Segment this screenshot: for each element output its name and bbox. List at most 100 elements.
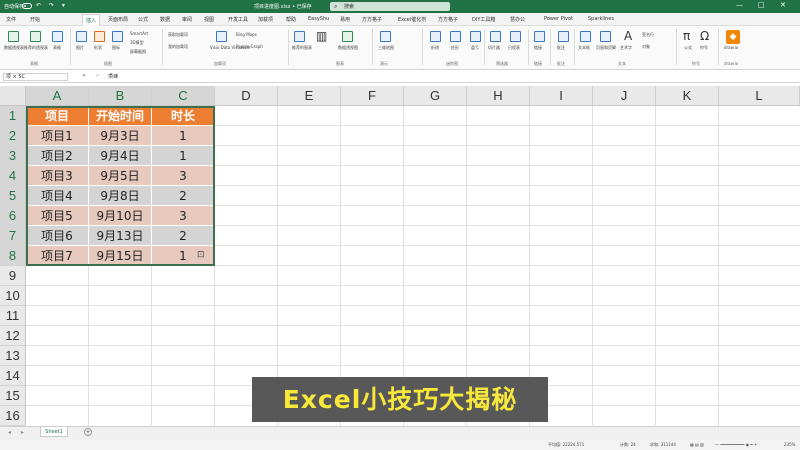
quick-analysis-icon[interactable]: ⊡	[197, 250, 205, 260]
table-header-start-time[interactable]: 开始时间	[89, 106, 152, 126]
column-header-i[interactable]: I	[530, 86, 593, 106]
column-header-a[interactable]: A	[26, 86, 89, 106]
table-cell[interactable]: 9月8日	[89, 186, 152, 206]
table-cell[interactable]: 2	[152, 226, 215, 246]
row-header-16[interactable]: 16	[0, 406, 26, 426]
name-box[interactable]: 项 × 5C	[3, 73, 68, 81]
sheet-nav-arrows[interactable]: ◂ ▸	[8, 429, 28, 436]
zoom-slider[interactable]: — ━━━━━━━━━━ ◉ ━ +	[715, 442, 757, 447]
chart-types-icon[interactable]: ▥	[316, 29, 327, 43]
plus-icon[interactable]: +	[84, 428, 92, 436]
table-cell[interactable]: 3	[152, 206, 215, 226]
table-cell[interactable]: 1	[152, 146, 215, 166]
symbol-button[interactable]: 符号	[700, 45, 708, 51]
row-header-5[interactable]: 5	[0, 186, 26, 206]
table-cell[interactable]: 9月4日	[89, 146, 152, 166]
row-header-9[interactable]: 9	[0, 266, 26, 286]
tab-file[interactable]: 文件	[6, 16, 16, 23]
text-box-button[interactable]: 文本框	[578, 45, 590, 51]
table-cell[interactable]: 项目4	[26, 186, 89, 206]
sparkline-line-button[interactable]: 折线	[431, 45, 439, 51]
column-header-b[interactable]: B	[89, 86, 152, 106]
formula-input[interactable]: 项目	[108, 73, 118, 80]
table-cell[interactable]: 9月5日	[89, 166, 152, 186]
row-header-4[interactable]: 4	[0, 166, 26, 186]
tab-view[interactable]: 视图	[204, 16, 214, 23]
row-header-12[interactable]: 12	[0, 326, 26, 346]
row-header-14[interactable]: 14	[0, 366, 26, 386]
sheet-tab-sheet1[interactable]: Sheet1	[40, 427, 68, 437]
link-button[interactable]: 链接	[534, 45, 542, 51]
tab-huibangong[interactable]: 慧办公	[510, 16, 525, 23]
equation-button[interactable]: 公式	[684, 45, 692, 51]
table-cell[interactable]: 项目5	[26, 206, 89, 226]
tab-review[interactable]: 审阅	[182, 16, 192, 23]
column-header-e[interactable]: E	[278, 86, 341, 106]
3d-models-button[interactable]: 3D模型	[130, 40, 144, 46]
row-header-6[interactable]: 6	[0, 206, 26, 226]
tab-yiyong[interactable]: 易用	[340, 16, 350, 23]
row-header-10[interactable]: 10	[0, 286, 26, 306]
table-cell[interactable]: 9月15日	[89, 246, 152, 266]
column-header-d[interactable]: D	[215, 86, 278, 106]
object-button[interactable]: 对象	[642, 44, 650, 50]
table-cell[interactable]: 项目7	[26, 246, 89, 266]
wordart-button[interactable]: 艺术字	[620, 45, 632, 51]
table-cell[interactable]: 9月13日	[89, 226, 152, 246]
tab-home[interactable]: 开始	[30, 16, 40, 23]
maximize-button[interactable]: □	[758, 1, 765, 9]
table-cell[interactable]: 项目6	[26, 226, 89, 246]
tab-page-layout[interactable]: 页面布局	[108, 16, 128, 23]
my-addins-button[interactable]: 我的加载项	[168, 44, 188, 50]
people-graph-button[interactable]: People Graph	[236, 44, 263, 49]
tab-formulas[interactable]: 公式	[138, 16, 148, 23]
pivot-table-button[interactable]: 数据透视表	[4, 45, 24, 51]
row-header-15[interactable]: 15	[0, 386, 26, 406]
row-header-13[interactable]: 13	[0, 346, 26, 366]
tab-help[interactable]: 帮助	[286, 16, 296, 23]
close-button[interactable]: ✕	[780, 1, 786, 9]
smartart-button[interactable]: SmartArt	[130, 31, 148, 36]
tab-power-pivot[interactable]: Power Pivot	[544, 16, 573, 22]
table-header-project[interactable]: 项目	[26, 106, 89, 126]
sparkline-column-button[interactable]: 柱形	[451, 45, 459, 51]
timeline-button[interactable]: 日程表	[508, 45, 520, 51]
column-header-j[interactable]: J	[593, 86, 656, 106]
row-header-2[interactable]: 2	[0, 126, 26, 146]
tab-data[interactable]: 数据	[160, 16, 170, 23]
column-header-g[interactable]: G	[404, 86, 467, 106]
column-header-l[interactable]: L	[719, 86, 800, 106]
picture-button[interactable]: 图片	[76, 45, 84, 51]
row-header-7[interactable]: 7	[0, 226, 26, 246]
table-cell[interactable]: 项目2	[26, 146, 89, 166]
drawio-button[interactable]: draw.io	[724, 45, 738, 50]
slicer-button[interactable]: 切片器	[488, 45, 500, 51]
sparkline-winloss-button[interactable]: 盈亏	[471, 45, 479, 51]
row-header-3[interactable]: 3	[0, 146, 26, 166]
table-cell[interactable]: 1	[152, 246, 215, 266]
screenshot-button[interactable]: 屏幕截图	[130, 49, 146, 55]
icons-button[interactable]: 图标	[112, 45, 120, 51]
signature-line-button[interactable]: 签名行	[642, 32, 654, 38]
header-footer-button[interactable]: 页眉和页脚	[596, 45, 616, 51]
table-cell[interactable]: 2	[152, 186, 215, 206]
column-header-f[interactable]: F	[341, 86, 404, 106]
minimize-button[interactable]: —	[736, 1, 743, 9]
table-cell[interactable]: 1	[152, 126, 215, 146]
table-cell[interactable]: 项目3	[26, 166, 89, 186]
table-button[interactable]: 表格	[53, 45, 61, 51]
tab-addins[interactable]: 加载项	[258, 16, 273, 23]
row-header-1[interactable]: 1	[0, 106, 26, 126]
autosave-toggle[interactable]	[22, 3, 32, 9]
row-header-11[interactable]: 11	[0, 306, 26, 326]
column-header-h[interactable]: H	[467, 86, 530, 106]
row-header-8[interactable]: 8	[0, 246, 26, 266]
zoom-level[interactable]: 235%	[784, 442, 795, 447]
tab-excel-catalyst[interactable]: Excel催化剂	[398, 16, 426, 23]
tab-sparklines[interactable]: Sparklines	[588, 16, 614, 22]
3d-map-button[interactable]: 三维地图	[378, 45, 394, 51]
bing-maps-button[interactable]: Bing Maps	[236, 32, 257, 37]
get-addins-button[interactable]: 获取加载项	[168, 32, 188, 38]
shapes-button[interactable]: 形状	[94, 45, 102, 51]
pivot-chart-button[interactable]: 数据透视图	[338, 45, 358, 51]
